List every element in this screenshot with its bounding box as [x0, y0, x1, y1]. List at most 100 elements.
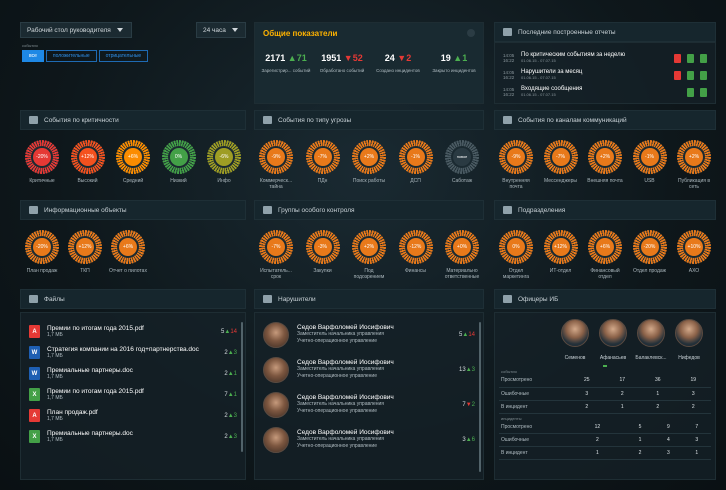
ring-item[interactable]: -12% Финансы	[396, 230, 436, 280]
ring-item[interactable]: новое Саботаж	[442, 140, 482, 190]
violator-item[interactable]: Седов Варфоломей Иосифович Заместитель на…	[255, 317, 483, 352]
row-label: Просмотрено	[499, 420, 569, 434]
ring-item[interactable]: +6% Финансовый отдел	[585, 230, 625, 280]
ring-item[interactable]: +2% Под подозрением	[349, 230, 389, 280]
xls-download-icon[interactable]	[687, 70, 694, 80]
ring-item[interactable]: -20% План продаж	[22, 230, 62, 274]
kpi-delta: 71	[296, 53, 307, 63]
crit-header: События по критичности	[20, 110, 246, 130]
ring-item[interactable]: +10% АХО	[674, 230, 714, 280]
files-title: Файлы	[44, 295, 65, 303]
officer-name: Семенов	[564, 355, 586, 361]
ring-value: -12%	[409, 244, 422, 250]
row-value: 2	[640, 400, 676, 414]
ring-item[interactable]: -7% ПДн	[303, 140, 343, 190]
file-item[interactable]: W Премиальные партнеры.doc 1,7 МБ 2▲1	[21, 363, 245, 384]
ring-item[interactable]: -9% Коммерческ... тайна	[256, 140, 296, 190]
file-item[interactable]: A Премии по итогам года 2015.pdf 1,7 МБ 5▲1…	[21, 321, 245, 342]
ring-item[interactable]: +2% Внешняя почта	[585, 140, 625, 190]
ring-item[interactable]: +12% ИТ-отдел	[541, 230, 581, 280]
xls-download-icon[interactable]	[687, 53, 694, 63]
ring-item[interactable]: +2% Публикация в сеть	[674, 140, 714, 190]
violators-scrollbar[interactable]	[479, 322, 481, 472]
ring-item[interactable]: +6% Отчет о пилотах	[108, 230, 148, 274]
kpi-stat[interactable]: 2171 ▲71 Зарегистрир... событий	[261, 53, 311, 74]
officer-card[interactable]: Балаклевск...	[633, 319, 669, 361]
percent-ring: -20%	[25, 230, 59, 264]
tab-positive[interactable]: положительные	[45, 50, 97, 62]
xls-download-icon[interactable]	[700, 70, 707, 80]
officer-card[interactable]: Семенов	[557, 319, 593, 361]
ring-label: Испытатель... срок	[260, 268, 292, 280]
kpi-panel: Общие показатели 2171 ▲71 Зарегистрир... …	[254, 22, 484, 104]
row-label: В инцидент	[499, 400, 569, 414]
kpi-stat[interactable]: 24 ▼2 Создано инцидентов	[373, 53, 423, 74]
ring-item[interactable]: -7% Испытатель... срок	[256, 230, 296, 280]
ring-item[interactable]: 0% Отдел маркетинга	[496, 230, 536, 280]
pdf-download-icon[interactable]	[674, 53, 681, 63]
file-item[interactable]: W Стратегия компании на 2016 год+партнерс…	[21, 342, 245, 363]
officer-card[interactable]: Афанасьев	[595, 319, 631, 361]
info-icon[interactable]	[467, 29, 475, 37]
violator-name: Седов Варфоломей Иосифович	[297, 358, 394, 366]
kpi-stat[interactable]: 19 ▲1 Закрыто инцидентов	[429, 53, 479, 74]
ring-item[interactable]: +6% Средний	[113, 140, 153, 184]
xls-download-icon[interactable]	[700, 87, 707, 97]
ring-item[interactable]: -20% Отдел продаж	[630, 230, 670, 280]
kpi-value: 24 ▼2	[385, 53, 411, 63]
view-select[interactable]: Рабочий стол руководителя	[20, 22, 132, 38]
xls-download-icon[interactable]	[687, 87, 694, 97]
row-value: 2	[604, 387, 640, 401]
ring-label: Мессенджеры	[544, 178, 577, 184]
kpi-stat[interactable]: 1951 ▼52 Обработано событий	[317, 53, 367, 74]
ring-label: ДСП	[410, 178, 421, 184]
pdf-download-icon[interactable]	[674, 70, 681, 80]
percent-ring: -9%	[499, 140, 533, 174]
report-item[interactable]: 14:05 16:22 По критическим событиям за не…	[503, 51, 707, 65]
arrow-down-icon: ▼	[341, 53, 353, 63]
ring-value: -20%	[36, 154, 48, 160]
ring-item[interactable]: +0% Материально ответственные	[442, 230, 482, 280]
org-icon	[503, 206, 512, 214]
period-select[interactable]: 24 часа	[196, 22, 246, 38]
ring-item[interactable]: +12% ТКП	[65, 230, 105, 274]
threat-title: События по типу угрозы	[278, 116, 352, 124]
ring-item[interactable]: +2% Поиск работы	[349, 140, 389, 190]
percent-ring: -20%	[25, 140, 59, 174]
tab-negative[interactable]: отрицательные	[98, 50, 149, 62]
file-item[interactable]: A План продаж.pdf 1,7 МБ 2▲3	[21, 405, 245, 426]
report-item[interactable]: 14:05 16:22 Входящие сообщения 01.06.15 - …	[503, 85, 707, 99]
file-item[interactable]: X Премии по итогам года 2015.pdf 1,7 МБ 7▲1	[21, 384, 245, 405]
file-item[interactable]: X Премиальные партнеры.doc 1,7 МБ 2▲3	[21, 426, 245, 447]
control-rings: -7% Испытатель... срок -3% Закупки +2% Под по…	[256, 230, 482, 280]
officer-card[interactable]: Нифедов	[671, 319, 707, 361]
ring-item[interactable]: -1% USB	[630, 140, 670, 190]
report-item[interactable]: 14:05 16:22 Нарушители за месяц 01.06.15 -…	[503, 68, 707, 82]
ring-item[interactable]: -20% Критичные	[22, 140, 62, 184]
ring-item[interactable]: 0% Низкий	[159, 140, 199, 184]
ring-item[interactable]: -3% Закупки	[303, 230, 343, 280]
kpi-row: 2171 ▲71 Зарегистрир... событий 1951 ▼52 Об…	[261, 53, 479, 74]
ring-item[interactable]: -6% Инфо	[204, 140, 244, 184]
ring-value: -20%	[36, 244, 48, 250]
tab-all[interactable]: все	[22, 50, 44, 62]
violators-list: Седов Варфоломей Иосифович Заместитель на…	[254, 312, 484, 480]
pdf-file-icon: A	[29, 325, 40, 338]
violator-item[interactable]: Седов Варфоломей Иосифович Заместитель на…	[255, 387, 483, 422]
xls-download-icon[interactable]	[700, 53, 707, 63]
kpi-number: 19	[440, 53, 451, 63]
ring-value: +2%	[363, 154, 375, 160]
officers-incidents-table: Просмотрено 12 5 9 7 Ошибочные 2 1 4 3 В инцидент 1…	[499, 420, 711, 460]
files-scrollbar[interactable]	[241, 322, 243, 452]
violator-item[interactable]: Седов Варфоломей Иосифович Заместитель на…	[255, 352, 483, 387]
shield-icon	[503, 295, 512, 303]
file-size: 1,7 МБ	[47, 436, 63, 443]
ring-item[interactable]: +12% Высокий	[68, 140, 108, 184]
report-dates: 01.06.15 - 07.07.15	[521, 58, 556, 63]
ring-item[interactable]: -9% Внутренняя почта	[496, 140, 536, 190]
ring-item[interactable]: -7% Мессенджеры	[541, 140, 581, 190]
violator-item[interactable]: Седов Варфоломей Иосифович Заместитель на…	[255, 422, 483, 457]
ring-label: Высокий	[77, 178, 98, 184]
ring-item[interactable]: -1% ДСП	[396, 140, 436, 190]
file-size: 1,7 МБ	[47, 352, 63, 359]
